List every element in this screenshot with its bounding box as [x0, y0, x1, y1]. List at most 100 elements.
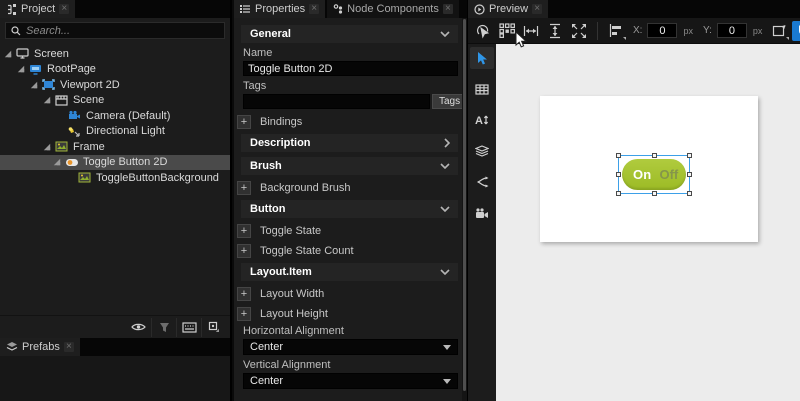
select-tool-button[interactable]	[470, 47, 494, 69]
tree-item-label: Screen	[34, 47, 69, 60]
tree-item-label: Toggle Button 2D	[83, 156, 168, 169]
section-description[interactable]: Description	[241, 134, 458, 152]
select-arrow-icon	[477, 51, 487, 64]
tree-item-toggle-button-2d[interactable]: Toggle Button 2D	[0, 154, 230, 170]
layout-height-row: + Layout Height	[237, 306, 467, 321]
resize-handle-top-left[interactable]	[616, 153, 621, 158]
tree-item-scene[interactable]: Scene	[0, 93, 230, 109]
search-input[interactable]	[26, 24, 219, 37]
display-options-button[interactable]	[201, 317, 226, 337]
tree-item-rootpage[interactable]: RootPage	[0, 62, 230, 78]
tab-properties[interactable]: Properties ×	[234, 0, 326, 18]
dropdown-caret-icon	[786, 36, 790, 40]
text-tool-button[interactable]: A	[470, 109, 494, 131]
add-layout-width-button[interactable]: +	[237, 286, 251, 301]
on-screen-keyboard-button[interactable]	[176, 317, 201, 337]
snap-toggle-button[interactable]	[792, 20, 800, 41]
project-search[interactable]	[5, 22, 225, 39]
selection-bounding-box[interactable]: On Off	[616, 153, 692, 196]
close-icon[interactable]: ×	[59, 4, 70, 14]
layers-icon	[475, 145, 489, 157]
search-icon	[11, 25, 21, 35]
resize-handle-top-right[interactable]	[687, 153, 692, 158]
x-coordinate-input[interactable]	[647, 23, 678, 38]
layers-tool-button[interactable]	[470, 140, 494, 162]
resize-handle-bottom-left[interactable]	[616, 191, 621, 196]
add-layout-height-button[interactable]: +	[237, 306, 251, 321]
tags-field[interactable]	[243, 94, 430, 109]
tree-item-label: Viewport 2D	[60, 78, 120, 91]
tags-label: Tags	[243, 80, 267, 92]
section-layout-item[interactable]: Layout.Item	[241, 263, 458, 281]
horizontal-alignment-dropdown[interactable]: Center	[243, 339, 458, 355]
alignment-tool-button[interactable]	[605, 21, 627, 41]
grid-list-tool-button[interactable]	[470, 78, 494, 100]
image-icon	[54, 141, 69, 153]
prefabs-panel-body	[0, 356, 230, 401]
tab-prefabs[interactable]: Prefabs ×	[0, 338, 80, 356]
filter-icon	[159, 322, 169, 332]
section-general[interactable]: General	[241, 25, 458, 43]
y-coordinate-input[interactable]	[716, 23, 747, 38]
resize-handle-bottom-center[interactable]	[652, 191, 657, 196]
prefabs-tab-bar: Prefabs ×	[0, 338, 230, 356]
toggle-button-2d-node[interactable]: On Off	[622, 159, 686, 190]
transform-mode-button[interactable]	[768, 21, 790, 41]
page-icon	[28, 63, 43, 75]
tab-preview[interactable]: Preview ×	[468, 0, 549, 18]
resize-handle-bottom-right[interactable]	[687, 191, 692, 196]
expander-icon[interactable]	[42, 143, 52, 151]
prefabs-tab-icon	[6, 342, 18, 351]
vertical-alignment-dropdown[interactable]: Center	[243, 373, 458, 389]
fit-height-tool-button[interactable]	[544, 21, 566, 41]
expander-icon[interactable]	[42, 96, 52, 104]
tree-item-togglebuttonbackground[interactable]: ToggleButtonBackground	[0, 170, 230, 186]
toggle-on-label: On	[633, 167, 652, 182]
tree-item-frame[interactable]: Frame	[0, 139, 230, 155]
name-field[interactable]	[243, 61, 458, 76]
name-label: Name	[243, 47, 273, 59]
chevron-down-icon	[443, 378, 451, 384]
camera-tool-button[interactable]	[470, 202, 494, 224]
section-title: Description	[250, 137, 311, 149]
resize-handle-middle-left[interactable]	[616, 172, 621, 177]
project-tab-bar: Project ×	[0, 0, 230, 18]
expander-icon[interactable]	[16, 65, 26, 73]
expander-icon[interactable]	[3, 50, 13, 58]
properties-scrollbar[interactable]	[462, 18, 467, 401]
tree-item-screen[interactable]: Screen	[0, 46, 230, 62]
resize-handle-middle-right[interactable]	[687, 172, 692, 177]
state-flow-tool-button[interactable]	[470, 171, 494, 193]
section-button[interactable]: Button	[241, 200, 458, 218]
add-toggle-state-count-button[interactable]: +	[237, 243, 251, 258]
filter-button[interactable]	[151, 317, 176, 337]
add-background-brush-button[interactable]: +	[237, 180, 251, 195]
project-panel: Project × Screen RootPage	[0, 0, 232, 401]
close-icon[interactable]: ×	[63, 342, 74, 352]
interaction-tool-button[interactable]	[472, 21, 494, 41]
close-icon[interactable]: ×	[309, 4, 320, 14]
visibility-eye-button[interactable]	[126, 318, 151, 337]
scrollbar-thumb[interactable]	[463, 19, 466, 391]
expander-icon[interactable]	[29, 81, 39, 89]
tab-project[interactable]: Project ×	[0, 0, 76, 18]
tree-item-label: RootPage	[47, 63, 96, 76]
preview-canvas[interactable]: On Off	[496, 44, 800, 401]
fit-screen-tool-button[interactable]	[568, 21, 590, 41]
add-toggle-state-button[interactable]: +	[237, 223, 251, 238]
expander-icon[interactable]	[52, 158, 62, 166]
tab-node-components[interactable]: Node Components ×	[327, 0, 459, 18]
section-brush[interactable]: Brush	[241, 157, 458, 175]
tree-item-label: Camera (Default)	[86, 109, 171, 122]
vertical-alignment-label: Vertical Alignment	[243, 359, 331, 371]
tree-item-viewport-2d[interactable]: Viewport 2D	[0, 77, 230, 93]
tree-item-camera[interactable]: Camera (Default)	[0, 108, 230, 124]
project-tab-icon	[8, 3, 16, 15]
resize-handle-top-center[interactable]	[652, 153, 657, 158]
close-icon[interactable]: ×	[532, 4, 543, 14]
close-icon[interactable]: ×	[442, 4, 453, 14]
add-binding-button[interactable]: +	[237, 114, 251, 129]
chevron-down-icon	[440, 269, 450, 275]
tree-item-directional-light[interactable]: Directional Light	[0, 124, 230, 140]
interaction-cursor-icon	[477, 24, 490, 38]
